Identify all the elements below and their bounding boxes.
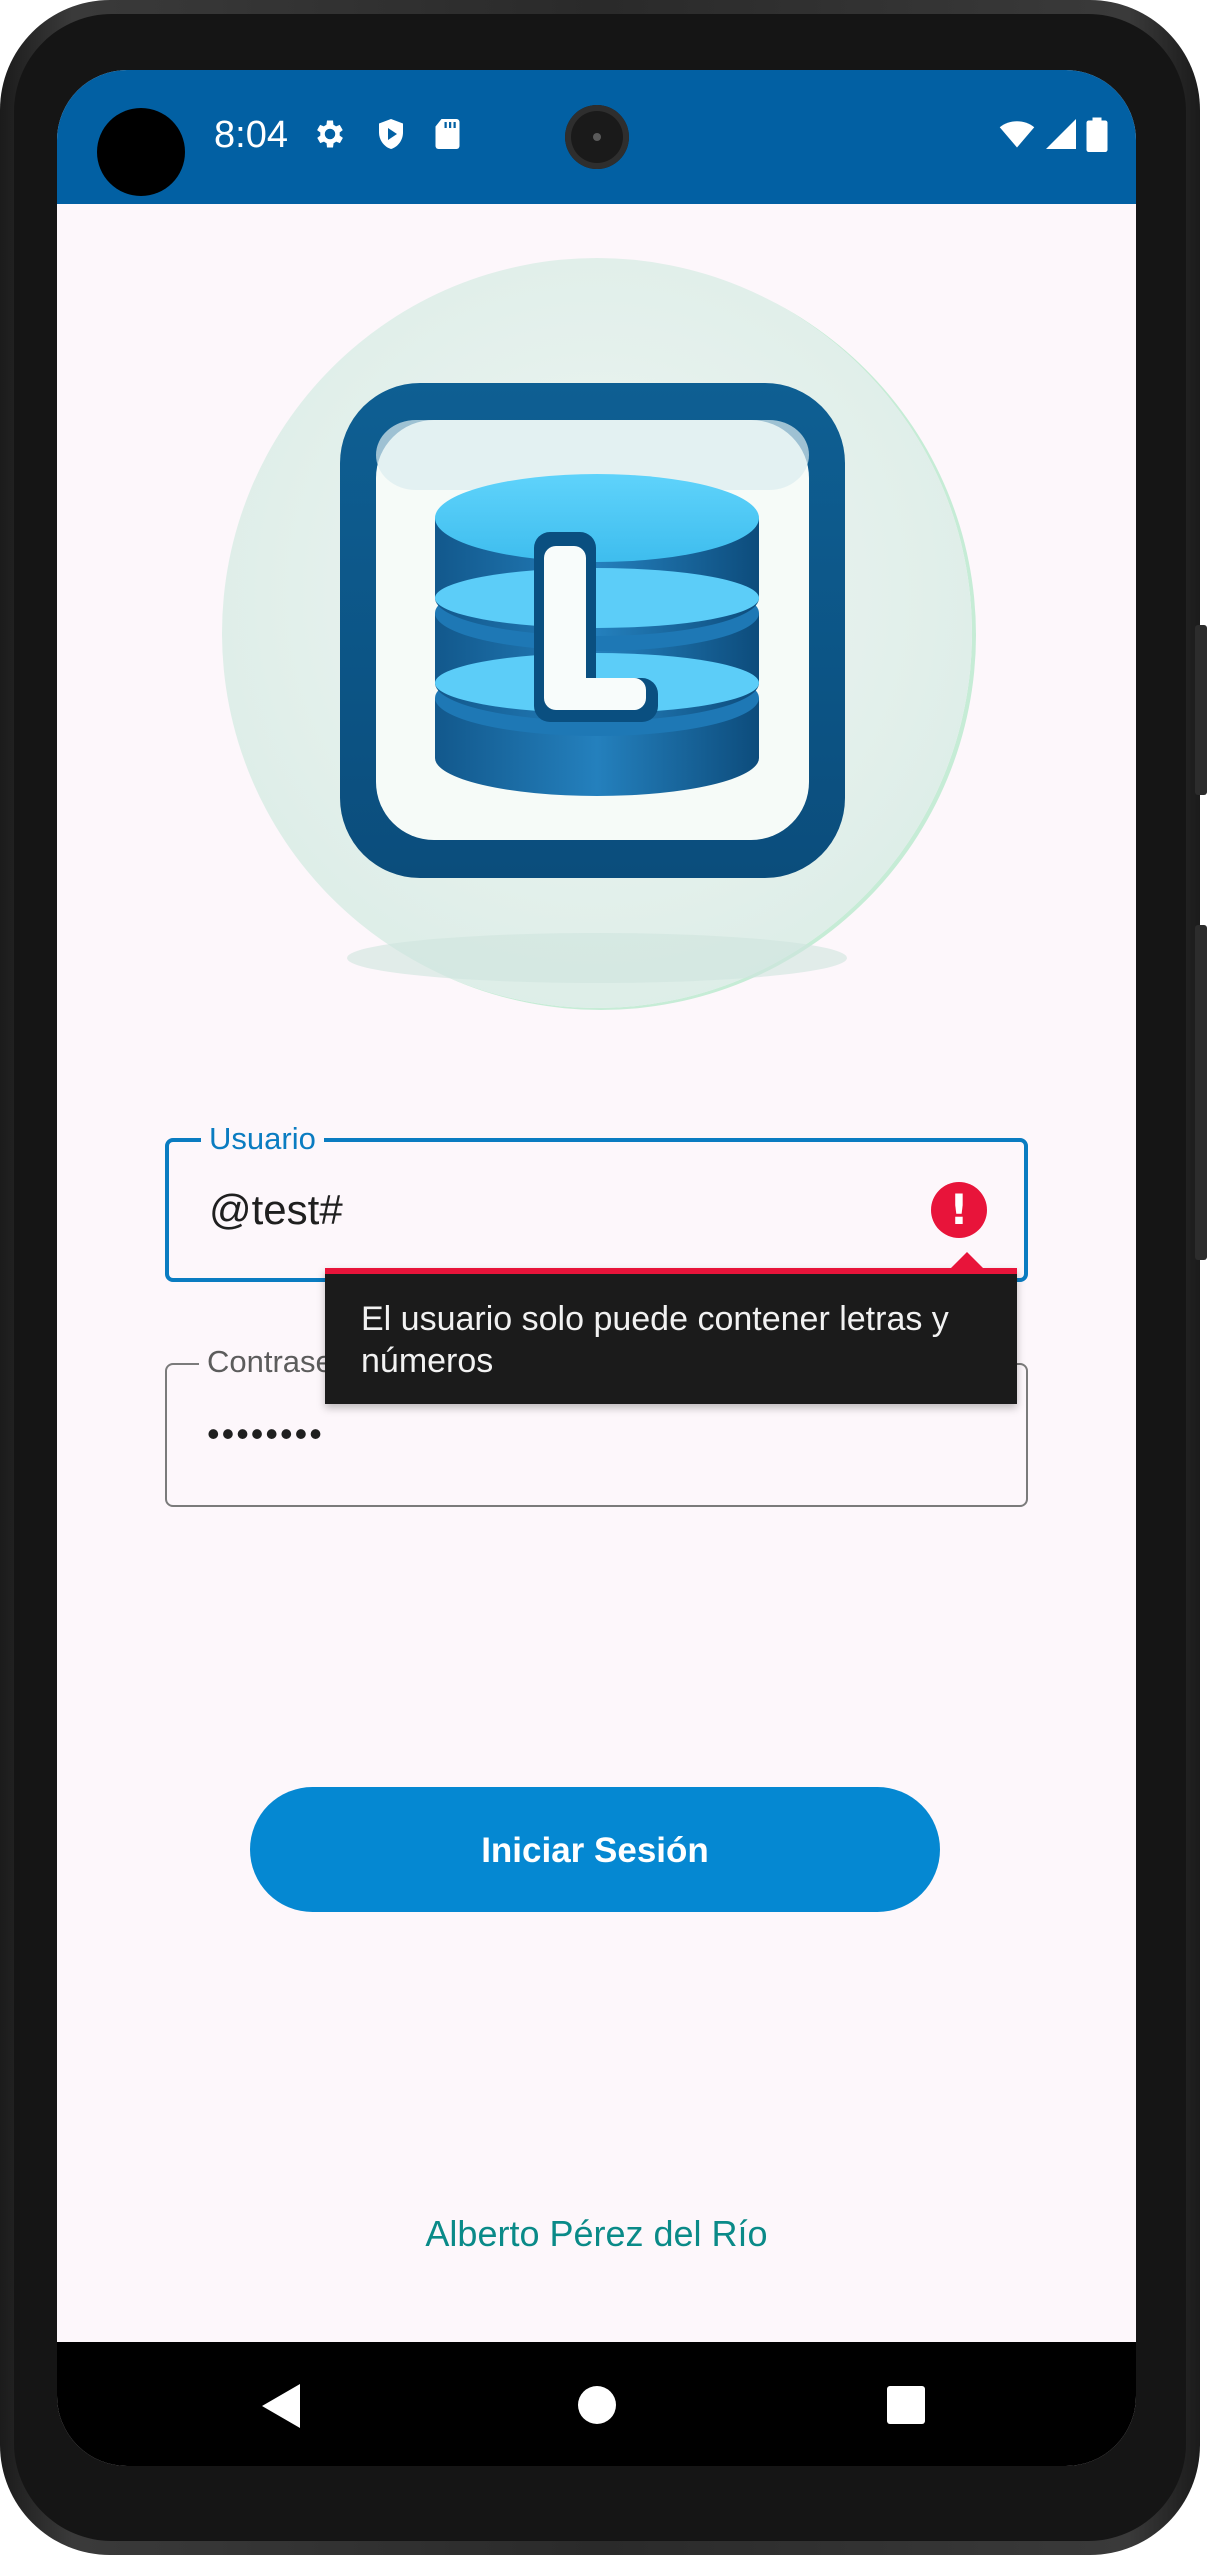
camera-lens xyxy=(565,105,629,169)
battery-icon xyxy=(1086,117,1108,152)
app-logo xyxy=(222,258,972,1008)
screen: 8:04 Usuario @test# ! Contraseña •••••••… xyxy=(57,70,1136,2466)
error-popup: El usuario solo puede contener letras y … xyxy=(325,1252,1017,1404)
gear-icon xyxy=(317,120,343,148)
error-icon: ! xyxy=(931,1182,987,1238)
front-camera-cutout xyxy=(97,108,185,196)
power-button xyxy=(1195,625,1207,795)
username-label: Usuario xyxy=(201,1122,324,1156)
status-bar: 8:04 xyxy=(57,70,1136,204)
wifi-icon xyxy=(999,121,1035,148)
home-icon[interactable] xyxy=(578,2386,616,2424)
navigation-bar xyxy=(57,2342,1136,2466)
back-icon[interactable] xyxy=(262,2384,300,2428)
sd-card-icon xyxy=(435,119,460,149)
shield-icon xyxy=(379,119,403,149)
username-input[interactable]: @test# xyxy=(209,1186,343,1234)
error-message: El usuario solo puede contener letras y … xyxy=(361,1300,949,1380)
database-logo-icon xyxy=(340,383,847,983)
recents-icon[interactable] xyxy=(887,2386,925,2424)
username-field[interactable]: Usuario @test# ! xyxy=(165,1122,1028,1282)
author-credit: Alberto Pérez del Río xyxy=(425,2213,768,2254)
password-input[interactable]: •••••••• xyxy=(207,1413,324,1455)
volume-button xyxy=(1195,925,1207,1260)
status-time: 8:04 xyxy=(214,114,288,156)
login-button[interactable]: Iniciar Sesión xyxy=(250,1787,940,1912)
signal-icon xyxy=(1046,119,1076,149)
